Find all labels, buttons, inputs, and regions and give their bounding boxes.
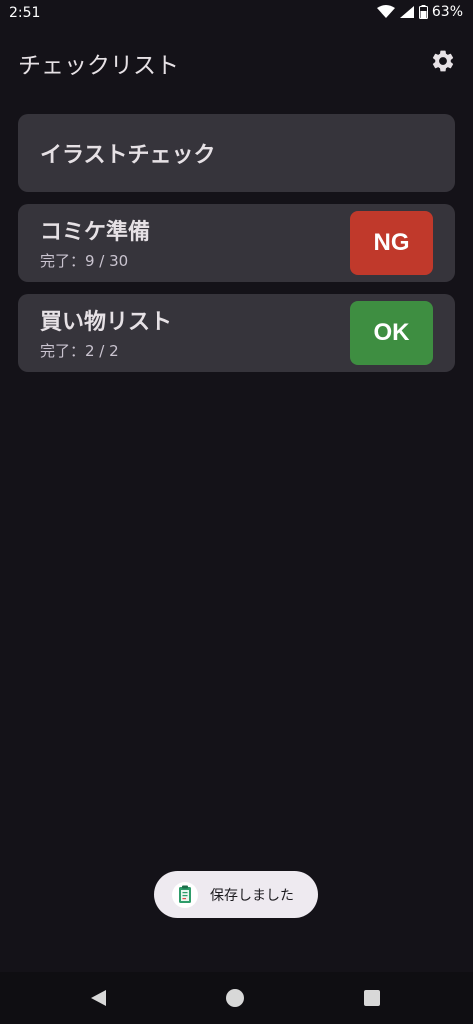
back-icon[interactable] — [90, 989, 107, 1007]
list-item[interactable]: コミケ準備 完了：9 / 30 NG — [18, 204, 455, 282]
status-icons: 63% — [376, 4, 463, 20]
wifi-icon — [376, 5, 395, 18]
status-ng-button[interactable]: NG — [350, 211, 433, 275]
status-bar: 2:51 63% — [0, 0, 473, 28]
status-ok-button[interactable]: OK — [350, 301, 433, 365]
recent-apps-icon[interactable] — [364, 990, 380, 1006]
page-title: チェックリスト — [18, 53, 179, 79]
app-bar: チェックリスト — [0, 38, 473, 86]
clipboard-app-icon — [172, 882, 198, 908]
list-item-title: 買い物リスト — [40, 310, 173, 335]
system-nav-bar — [0, 972, 473, 1024]
toast: 保存しました — [154, 871, 318, 918]
list-item[interactable]: イラストチェック — [18, 114, 455, 192]
list-item-progress: 完了：9 / 30 — [40, 252, 129, 270]
battery-icon — [418, 5, 428, 19]
list-item-title: イラストチェック — [40, 143, 216, 168]
list-item[interactable]: 買い物リスト 完了：2 / 2 OK — [18, 294, 455, 372]
battery-percent: 63% — [431, 4, 463, 20]
signal-icon — [399, 6, 414, 18]
status-time: 2:51 — [9, 5, 41, 21]
list-item-title: コミケ準備 — [40, 220, 151, 245]
toast-message: 保存しました — [210, 888, 294, 904]
gear-icon[interactable] — [430, 48, 456, 74]
home-icon[interactable] — [226, 989, 244, 1007]
list-item-progress: 完了：2 / 2 — [40, 342, 119, 360]
